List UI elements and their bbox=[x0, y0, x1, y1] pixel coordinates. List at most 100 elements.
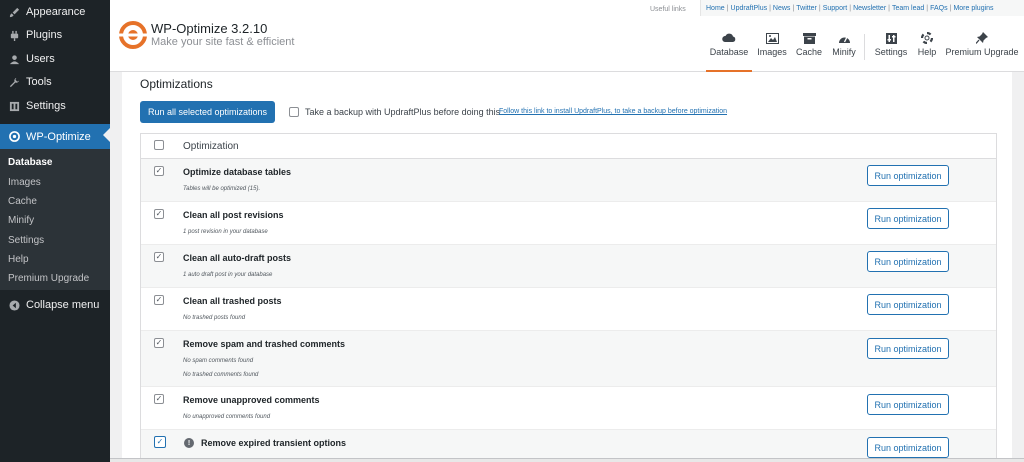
link-separator: | bbox=[949, 4, 952, 12]
link-news[interactable]: News bbox=[773, 5, 791, 12]
link-updraftplus[interactable]: UpdraftPlus bbox=[731, 5, 768, 12]
link-more-plugins[interactable]: More plugins bbox=[953, 5, 993, 12]
install-updraftplus-link[interactable]: Follow this link to install UpdraftPlus,… bbox=[499, 108, 727, 115]
menu-label: Settings bbox=[26, 100, 66, 112]
admin-sidebar: Appearance Plugins Users Tools Settings … bbox=[0, 0, 110, 462]
menu-label: Users bbox=[26, 53, 55, 65]
menu-item-plugins[interactable]: Plugins bbox=[0, 23, 110, 47]
row-title: Clean all post revisions bbox=[183, 210, 284, 220]
users-icon bbox=[8, 53, 20, 65]
tab-settings[interactable]: Settings bbox=[873, 32, 909, 72]
table-row: ✓ Remove spam and trashed comments No sp… bbox=[141, 331, 996, 387]
useful-links-label: Useful links bbox=[650, 6, 686, 13]
useful-links-bar: Home | UpdraftPlus | News | Twitter | Suppor… bbox=[700, 0, 1024, 16]
tab-help[interactable]: Help bbox=[914, 32, 940, 72]
row-checkbox[interactable]: ✓ bbox=[154, 209, 164, 219]
link-support[interactable]: Support bbox=[823, 5, 848, 12]
run-optimization-button[interactable]: Run optimization bbox=[867, 165, 949, 186]
tab-separator bbox=[864, 34, 865, 60]
plugin-subtitle: Make your site fast & efficient bbox=[151, 36, 295, 48]
tab-images[interactable]: Images bbox=[755, 32, 789, 72]
submenu-database[interactable]: Database bbox=[8, 157, 52, 168]
menu-label: Appearance bbox=[26, 6, 86, 18]
menu-item-settings[interactable]: Settings bbox=[0, 94, 110, 118]
row-title: Remove expired transient options bbox=[201, 438, 347, 448]
collapse-menu-button[interactable]: Collapse menu bbox=[0, 293, 110, 317]
backup-checkbox[interactable] bbox=[289, 107, 299, 117]
link-home[interactable]: Home bbox=[706, 5, 725, 12]
menu-item-users[interactable]: Users bbox=[0, 47, 110, 71]
row-info: 1 auto draft post in your database bbox=[183, 272, 273, 278]
submenu-minify[interactable]: Minify bbox=[8, 215, 34, 226]
tab-label: Help bbox=[917, 47, 937, 57]
table-row: ✓ Optimize database tables Tables will b… bbox=[141, 159, 996, 202]
submenu-help[interactable]: Help bbox=[8, 254, 29, 265]
pushpin-icon bbox=[975, 32, 989, 44]
images-icon bbox=[765, 32, 779, 44]
run-optimization-button[interactable]: Run optimization bbox=[867, 294, 949, 315]
tab-label: Settings bbox=[874, 47, 908, 57]
run-optimization-button[interactable]: Run optimization bbox=[867, 251, 949, 272]
row-checkbox[interactable]: ✓ bbox=[154, 166, 164, 176]
table-row: ✓ Clean all trashed posts No trashed pos… bbox=[141, 288, 996, 331]
optimizations-table: Optimization ✓ Optimize database tables … bbox=[140, 133, 997, 462]
submenu-images[interactable]: Images bbox=[8, 177, 41, 188]
menu-label: Plugins bbox=[26, 29, 63, 41]
settings-icon bbox=[8, 100, 20, 112]
section-title: Optimizations bbox=[140, 77, 213, 91]
collapse-icon bbox=[8, 299, 20, 311]
row-checkbox[interactable]: ✓ bbox=[154, 252, 164, 262]
run-optimization-button[interactable]: Run optimization bbox=[867, 208, 949, 229]
link-separator: | bbox=[792, 4, 795, 12]
run-optimization-button[interactable]: Run optimization bbox=[867, 394, 949, 415]
archive-icon bbox=[802, 32, 816, 44]
menu-item-tools[interactable]: Tools bbox=[0, 70, 110, 94]
row-checkbox[interactable]: ✓ bbox=[154, 295, 164, 305]
row-checkbox[interactable]: ✓ bbox=[154, 394, 164, 404]
table-row: ✓ Remove unapproved comments No unapprov… bbox=[141, 387, 996, 430]
lifebuoy-icon bbox=[920, 32, 934, 44]
menu-item-wp-optimize[interactable]: WP-Optimize bbox=[0, 124, 110, 149]
row-title: Optimize database tables bbox=[183, 167, 292, 177]
horizontal-scrollbar[interactable] bbox=[110, 458, 1024, 462]
tab-database[interactable]: Database bbox=[706, 32, 752, 72]
link-twitter[interactable]: Twitter bbox=[796, 5, 817, 12]
paintbrush-icon bbox=[8, 6, 20, 18]
tab-cache[interactable]: Cache bbox=[795, 32, 823, 72]
submenu-settings[interactable]: Settings bbox=[8, 235, 44, 246]
table-row: ✓ Clean all auto-draft posts 1 auto draf… bbox=[141, 245, 996, 288]
backup-label: Take a backup with UpdraftPlus before do… bbox=[305, 107, 501, 117]
menu-label: WP-Optimize bbox=[26, 130, 91, 143]
link-team-lead[interactable]: Team lead bbox=[892, 5, 924, 12]
tab-minify[interactable]: Minify bbox=[829, 32, 859, 72]
link-separator: | bbox=[726, 4, 729, 12]
row-title: Clean all trashed posts bbox=[183, 296, 282, 306]
link-faqs[interactable]: FAQs bbox=[930, 5, 948, 12]
row-checkbox[interactable]: ✓ bbox=[154, 338, 164, 348]
dashboard-gauge-icon bbox=[837, 32, 851, 44]
wp-optimize-icon bbox=[8, 131, 20, 143]
run-optimization-button[interactable]: Run optimization bbox=[867, 437, 949, 458]
link-newsletter[interactable]: Newsletter bbox=[853, 5, 886, 12]
run-optimization-button[interactable]: Run optimization bbox=[867, 338, 949, 359]
row-info: 1 post revision in your database bbox=[183, 229, 268, 235]
submenu-cache[interactable]: Cache bbox=[8, 196, 37, 207]
tab-label: Premium Upgrade bbox=[945, 47, 1019, 57]
wrench-icon bbox=[8, 76, 20, 88]
row-title: Remove unapproved comments bbox=[183, 395, 320, 405]
run-all-optimizations-button[interactable]: Run all selected optimizations bbox=[140, 101, 275, 123]
link-separator: | bbox=[888, 4, 890, 12]
table-header: Optimization bbox=[141, 134, 996, 159]
menu-item-appearance[interactable]: Appearance bbox=[0, 0, 110, 24]
link-separator: | bbox=[818, 4, 821, 12]
settings-icon bbox=[884, 32, 898, 44]
collapse-label: Collapse menu bbox=[26, 299, 100, 311]
row-title: Clean all auto-draft posts bbox=[183, 253, 292, 263]
row-checkbox[interactable]: ✓ bbox=[154, 436, 166, 448]
tab-premium-upgrade[interactable]: Premium Upgrade bbox=[945, 32, 1019, 72]
row-info: No trashed posts found bbox=[183, 315, 246, 321]
select-all-checkbox[interactable] bbox=[154, 140, 164, 150]
submenu-premium-upgrade[interactable]: Premium Upgrade bbox=[8, 273, 89, 284]
row-info: Tables will be optimized (15). bbox=[183, 186, 261, 192]
cloud-icon bbox=[722, 32, 736, 44]
